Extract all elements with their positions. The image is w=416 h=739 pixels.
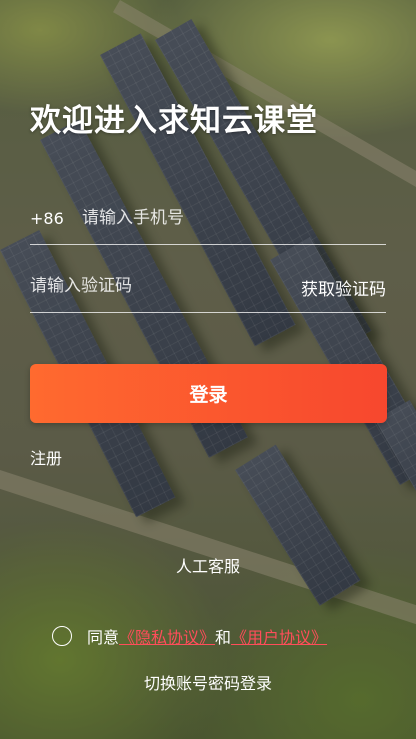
user-agreement-link[interactable]: 《用户协议》: [231, 624, 327, 648]
agreement-conjunction: 和: [215, 628, 232, 647]
phone-input[interactable]: [82, 204, 362, 232]
register-link[interactable]: 注册: [30, 445, 62, 469]
page-title: 欢迎进入求知云课堂: [30, 103, 318, 139]
verify-code-input[interactable]: [30, 272, 280, 300]
privacy-policy-link[interactable]: 《隐私协议》: [119, 624, 215, 648]
get-code-button[interactable]: 获取验证码: [301, 275, 386, 300]
agreement-radio[interactable]: [52, 626, 72, 646]
verify-code-row: 获取验证码: [30, 260, 386, 313]
phone-field-row: +86: [30, 192, 386, 245]
login-button[interactable]: 登录: [30, 364, 387, 423]
agreement-prefix: 同意: [87, 628, 120, 647]
agreement-row: 同意 《隐私协议》 和 《用户协议》: [52, 624, 327, 648]
customer-service-link[interactable]: 人工客服: [0, 553, 416, 577]
switch-password-login-link[interactable]: 切换账号密码登录: [0, 670, 416, 694]
country-code[interactable]: +86: [30, 209, 64, 228]
